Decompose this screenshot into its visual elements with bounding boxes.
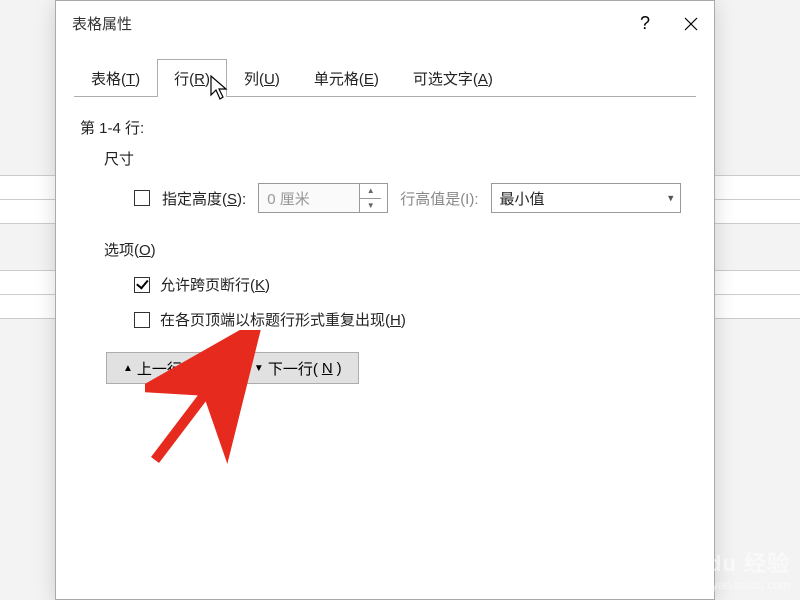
height-mode-select[interactable]: 最小值 ▾ (491, 183, 681, 213)
height-is-label: 行高值是(I): (400, 188, 478, 209)
height-input[interactable] (259, 184, 359, 212)
specify-height-checkbox[interactable] (134, 190, 150, 206)
size-row: 指定高度(S): ▲ ▼ 行高值是(I): 最小值 ▾ (134, 183, 690, 213)
size-group-label: 尺寸 (104, 148, 690, 169)
allow-break-label[interactable]: 允许跨页断行(K) (160, 274, 270, 295)
specify-height-label[interactable]: 指定高度(S): (162, 188, 246, 209)
close-icon (684, 17, 698, 31)
dialog-content: 第 1-4 行: 尺寸 指定高度(S): ▲ ▼ 行高值是(I): 最小值 ▾ … (56, 97, 714, 404)
option-repeat-header: 在各页顶端以标题行形式重复出现(H) (134, 309, 690, 330)
spinner-down[interactable]: ▼ (360, 199, 381, 213)
table-properties-dialog: 表格属性 ? 表格(T) 行(R) 列(U) 单元格(E) 可选文字(A) 第 … (55, 0, 715, 600)
tab-column[interactable]: 列(U) (227, 59, 297, 97)
close-button[interactable] (668, 1, 714, 46)
repeat-header-checkbox[interactable] (134, 312, 150, 328)
row-range-label: 第 1-4 行: (80, 117, 690, 138)
next-row-button[interactable]: ▼下一行(N) (237, 352, 359, 384)
help-button[interactable]: ? (622, 1, 668, 46)
tab-cell[interactable]: 单元格(E) (297, 59, 396, 97)
options-group: 选项(O) 允许跨页断行(K) 在各页顶端以标题行形式重复出现(H) (104, 239, 690, 330)
tab-row[interactable]: 行(R) (157, 59, 227, 97)
option-allow-break: 允许跨页断行(K) (134, 274, 690, 295)
allow-break-checkbox[interactable] (134, 277, 150, 293)
chevron-down-icon: ▾ (668, 192, 674, 205)
row-nav-buttons: ▲上一行(P) ▼下一行(N) (106, 352, 690, 384)
height-mode-value: 最小值 (500, 188, 545, 209)
arrow-up-icon: ▲ (123, 363, 133, 374)
tab-alt-text[interactable]: 可选文字(A) (396, 59, 510, 97)
options-group-label: 选项(O) (104, 239, 690, 260)
repeat-header-label[interactable]: 在各页顶端以标题行形式重复出现(H) (160, 309, 406, 330)
arrow-down-icon: ▼ (254, 363, 264, 374)
titlebar: 表格属性 ? (56, 1, 714, 46)
tabs: 表格(T) 行(R) 列(U) 单元格(E) 可选文字(A) (74, 58, 696, 96)
prev-row-button[interactable]: ▲上一行(P) (106, 352, 227, 384)
dialog-title: 表格属性 (72, 13, 622, 34)
tab-table[interactable]: 表格(T) (74, 59, 157, 97)
height-spinner[interactable]: ▲ ▼ (258, 183, 388, 213)
spinner-up[interactable]: ▲ (360, 184, 381, 199)
